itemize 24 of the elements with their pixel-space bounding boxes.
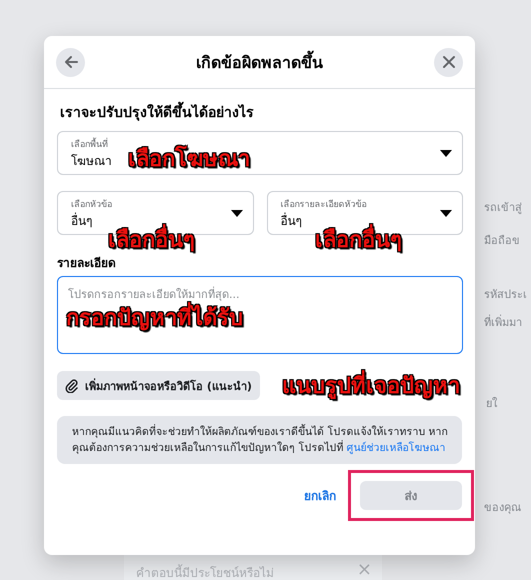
paperclip-icon [65,378,79,392]
dialog-title: เกิดข้อผิดพลาดขึ้น [196,50,323,74]
section-heading: เราจะปรับปรุงให้ดีขึ้นได้อย่างไร [60,101,462,123]
feedback-question: คำตอบนี้มีประโยชน์หรือไม่ [136,563,274,580]
info-text: หากคุณมีแนวคิดที่จะช่วยทำให้ผลิตภัณฑ์ของเราดีขึ้นได้ โปรดแจ้งให้เราทราบ หากคุณต้องการความช่วยเหลือในการแก้ไขปัญหาใดๆ โปรดไปที่ ศูนย์ช่วยเหลือโฆษณา [72,424,449,456]
details-label: รายละเอียด [57,255,117,272]
annotation-text: กรอกปัญหาที่ได้รับ [66,300,243,335]
background-text: รหัสประเ [484,287,527,303]
cancel-button[interactable]: ยกเลิก [298,482,342,509]
caret-icon [230,210,242,216]
attach-button[interactable]: เพิ่มภาพหน้าจอหรือวิดีโอ (แนะนำ) [57,371,260,400]
caret-icon [440,210,452,216]
background-text: ที่เพิ่มมา [484,314,522,331]
background-text: ยใ [486,396,497,412]
background-text: ของคุณ [484,500,521,516]
background-text: รถเข้าสู่ [484,200,522,216]
background-text: มือถือข [484,233,520,249]
annotation-text: แนบรูปที่เจอปัญหา [282,368,460,403]
close-icon [442,55,456,69]
back-button[interactable] [56,48,85,76]
caret-icon [440,150,452,156]
annotation-text: เลือกโฆษณา [128,144,250,174]
back-arrow-icon [62,54,78,70]
close-button[interactable] [434,48,463,76]
